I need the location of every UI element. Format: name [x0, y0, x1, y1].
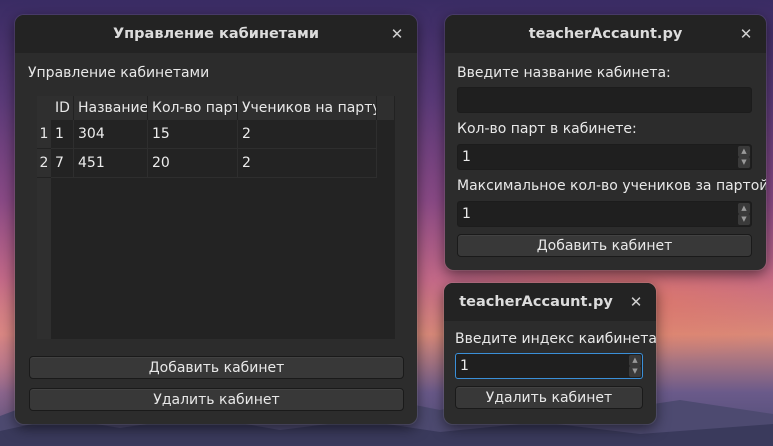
window-title: teacherAccaunt.py [528, 26, 683, 42]
window-title: Управление кабинетами [112, 26, 320, 42]
add-cabinet-window: teacherAccaunt.py ✕ Введите название каб… [445, 15, 766, 270]
column-header-desks[interactable]: Кол-во парт [148, 96, 238, 120]
page-heading: Управление кабинетами [28, 65, 210, 81]
delete-cabinet-button[interactable]: Удалить кабинет [455, 386, 643, 409]
table-cell[interactable]: 304 [74, 120, 148, 149]
table-cell[interactable]: 15 [148, 120, 238, 149]
chevron-up-icon[interactable]: ▲ [629, 355, 641, 366]
cabinets-table[interactable]: ID Название Кол-во парт Учеников на парт… [37, 96, 395, 339]
row-header[interactable]: 2 [37, 149, 51, 178]
max-students-label: Максимальное кол-во учеников за партой: [457, 178, 766, 194]
table-cell[interactable]: 2 [238, 149, 377, 178]
spin-buttons: ▲ ▼ [737, 202, 751, 226]
table-cell[interactable]: 7 [51, 149, 74, 178]
table-cell[interactable]: 1 [51, 120, 74, 149]
chevron-down-icon[interactable]: ▼ [738, 214, 750, 225]
column-header-id[interactable]: ID [51, 96, 74, 120]
desks-count-label: Кол-во парт в кабинете: [457, 121, 637, 137]
chevron-up-icon[interactable]: ▲ [738, 203, 750, 214]
column-header-name[interactable]: Название [74, 96, 148, 120]
column-header-students-per-desk[interactable]: Учеников на парту [238, 96, 377, 120]
close-icon[interactable]: ✕ [626, 292, 646, 312]
spinbox-value: 1 [462, 206, 471, 222]
spinbox-value: 1 [460, 358, 469, 374]
desks-count-spinbox[interactable]: 1 ▲ ▼ [457, 144, 752, 170]
table-cell[interactable]: 20 [148, 149, 238, 178]
cabinet-management-window: Управление кабинетами ✕ Управление кабин… [15, 15, 417, 424]
table-corner[interactable] [37, 96, 51, 120]
table-cell[interactable]: 451 [74, 149, 148, 178]
cabinet-name-label: Введите название кабинета: [457, 65, 671, 81]
window-title: teacherAccaunt.py [459, 294, 613, 310]
delete-cabinet-button[interactable]: Удалить кабинет [29, 388, 404, 411]
chevron-up-icon[interactable]: ▲ [738, 146, 750, 157]
table-cell[interactable]: 2 [238, 120, 377, 149]
close-icon[interactable]: ✕ [387, 24, 407, 44]
delete-cabinet-window: teacherAccaunt.py ✕ Введите индекс каиби… [444, 283, 656, 424]
row-header[interactable]: 1 [37, 120, 51, 149]
row-header-strip [37, 178, 51, 339]
add-cabinet-button[interactable]: Добавить кабинет [457, 234, 752, 257]
chevron-down-icon[interactable]: ▼ [738, 157, 750, 168]
add-cabinet-button[interactable]: Добавить кабинет [29, 356, 404, 379]
cabinet-index-label: Введите индекс каибинета: [455, 331, 656, 347]
max-students-spinbox[interactable]: 1 ▲ ▼ [457, 201, 752, 227]
column-header-filler [377, 96, 395, 120]
spin-buttons: ▲ ▼ [737, 145, 751, 169]
chevron-down-icon[interactable]: ▼ [629, 366, 641, 377]
spin-buttons: ▲ ▼ [628, 354, 642, 378]
cabinet-index-spinbox[interactable]: 1 ▲ ▼ [455, 353, 643, 379]
titlebar[interactable]: Управление кабинетами ✕ [15, 15, 417, 53]
spinbox-value: 1 [462, 149, 471, 165]
close-icon[interactable]: ✕ [736, 24, 756, 44]
titlebar[interactable]: teacherAccaunt.py ✕ [444, 283, 656, 321]
cabinet-name-input[interactable] [457, 87, 752, 113]
titlebar[interactable]: teacherAccaunt.py ✕ [445, 15, 766, 53]
